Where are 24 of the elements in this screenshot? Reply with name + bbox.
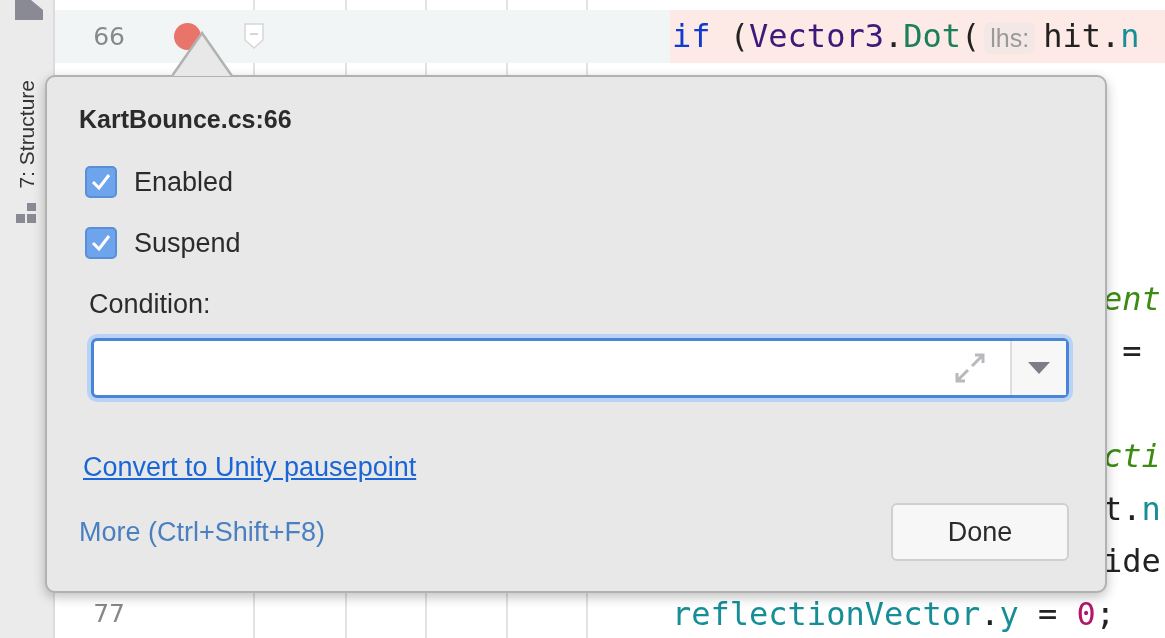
checkmark-icon [90, 233, 112, 253]
popup-title: KartBounce.cs:66 [79, 105, 293, 134]
code-line: ide [1103, 542, 1161, 581]
condition-label: Condition: [89, 289, 212, 320]
structure-icon [15, 202, 38, 223]
caret-icon [1028, 362, 1050, 374]
line-number: 77 [92, 599, 125, 629]
checkbox-label: Suspend [134, 227, 241, 259]
checkbox[interactable] [85, 166, 117, 198]
line-number: 66 [92, 21, 125, 51]
checkbox[interactable] [85, 227, 117, 259]
code-line: if (Vector3.Dot( lhs: hit.n [672, 17, 1140, 56]
code-line: t.n [1103, 489, 1161, 528]
expand-icon[interactable] [954, 352, 986, 384]
checkmark-icon [90, 172, 112, 192]
dropdown-button[interactable] [1010, 341, 1066, 395]
file-icon[interactable] [14, 0, 43, 20]
code-line: reflectionVector.y = 0; [672, 594, 1116, 633]
tool-window-tab[interactable]: 7: Structure [14, 80, 39, 189]
done-button[interactable]: Done [891, 503, 1069, 561]
code-line: = [1121, 332, 1142, 371]
code-line: cti [1103, 437, 1161, 476]
convert-link[interactable]: Convert to Unity pausepoint [83, 452, 417, 483]
checkbox-label: Enabled [134, 166, 234, 198]
